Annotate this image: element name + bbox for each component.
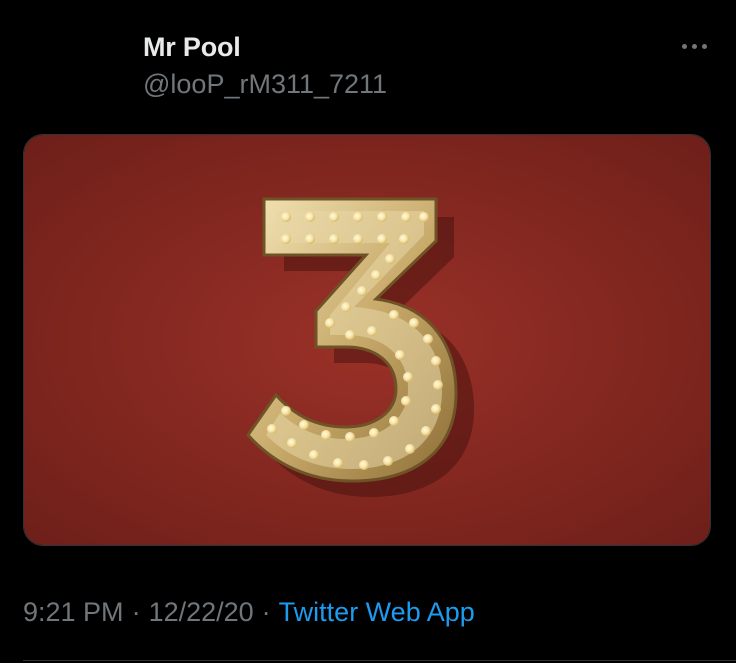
divider xyxy=(23,660,736,661)
marquee-number-three-image xyxy=(24,135,710,545)
tweet-date[interactable]: 12/22/20 xyxy=(149,597,254,627)
more-options-button[interactable] xyxy=(676,34,712,58)
tweet-source-link[interactable]: Twitter Web App xyxy=(279,597,475,627)
meta-separator: · xyxy=(261,597,271,627)
author-handle[interactable]: @looP_rM311_7211 xyxy=(143,66,387,102)
author-display-name[interactable]: Mr Pool xyxy=(143,30,387,64)
more-horizontal-icon xyxy=(681,43,687,49)
tweet-detail: Mr Pool @looP_rM311_7211 9:21 PM · 12/22… xyxy=(0,0,736,663)
tweet-author[interactable]: Mr Pool @looP_rM311_7211 xyxy=(143,30,387,102)
meta-separator: · xyxy=(131,597,141,627)
more-horizontal-icon-dot xyxy=(691,43,697,49)
tweet-metadata: 9:21 PM · 12/22/20 · Twitter Web App xyxy=(23,592,475,632)
tweet-media-image[interactable] xyxy=(23,134,711,546)
more-horizontal-icon-dot xyxy=(701,43,707,49)
tweet-time[interactable]: 9:21 PM xyxy=(23,597,124,627)
